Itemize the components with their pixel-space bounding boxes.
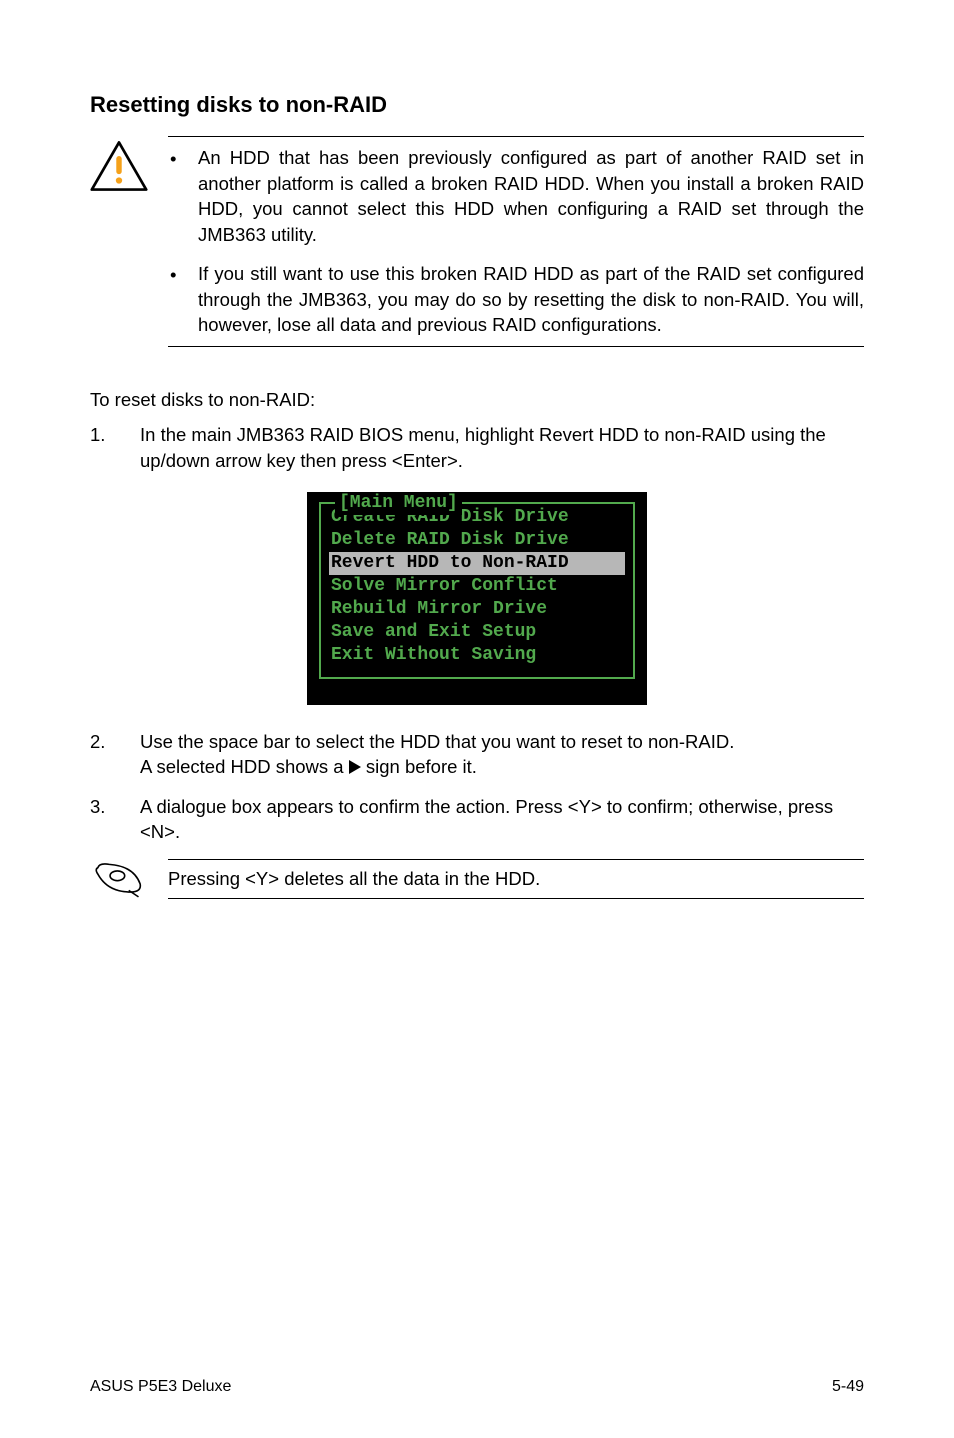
note-body: Pressing <Y> deletes all the data in the… (168, 859, 864, 899)
step-number: 2. (90, 729, 112, 780)
warning-body: An HDD that has been previously configur… (168, 136, 864, 347)
bios-menu-title: [Main Menu] (335, 492, 462, 515)
step-text-line: sign before it. (361, 756, 477, 777)
warning-callout: An HDD that has been previously configur… (90, 136, 864, 347)
bios-menu-item: Save and Exit Setup (329, 621, 625, 644)
step-item: 1. In the main JMB363 RAID BIOS menu, hi… (90, 422, 864, 473)
step-text-line: A selected HDD shows a (140, 756, 349, 777)
step-text-line: Use the space bar to select the HDD that… (140, 731, 734, 752)
warning-item: An HDD that has been previously configur… (198, 145, 864, 247)
step-number: 1. (90, 422, 112, 473)
step-item: 3. A dialogue box appears to confirm the… (90, 794, 864, 845)
step-text: A dialogue box appears to confirm the ac… (140, 794, 864, 845)
note-callout: Pressing <Y> deletes all the data in the… (90, 859, 864, 899)
footer-right: 5-49 (832, 1376, 864, 1398)
play-triangle-icon (349, 760, 361, 774)
steps-list: 1. In the main JMB363 RAID BIOS menu, hi… (90, 422, 864, 473)
bios-menu: [Main Menu] Create RAID Disk Drive Delet… (307, 492, 647, 705)
bios-menu-item: Delete RAID Disk Drive (329, 529, 625, 552)
intro-text: To reset disks to non-RAID: (90, 387, 864, 413)
bios-menu-item-selected: Revert HDD to Non-RAID (329, 552, 625, 575)
warning-item: If you still want to use this broken RAI… (198, 261, 864, 338)
bios-menu-item: Exit Without Saving (329, 644, 625, 667)
section-heading: Resetting disks to non-RAID (90, 90, 864, 120)
step-item: 2. Use the space bar to select the HDD t… (90, 729, 864, 780)
step-number: 3. (90, 794, 112, 845)
bios-menu-item: Solve Mirror Conflict (329, 575, 625, 598)
warning-icon (90, 136, 148, 347)
footer-left: ASUS P5E3 Deluxe (90, 1376, 231, 1398)
bios-menu-item: Rebuild Mirror Drive (329, 598, 625, 621)
step-text: In the main JMB363 RAID BIOS menu, highl… (140, 422, 864, 473)
page-footer: ASUS P5E3 Deluxe 5-49 (90, 1376, 864, 1398)
step-text: Use the space bar to select the HDD that… (140, 729, 864, 780)
note-icon (90, 859, 148, 899)
steps-list-cont: 2. Use the space bar to select the HDD t… (90, 729, 864, 845)
